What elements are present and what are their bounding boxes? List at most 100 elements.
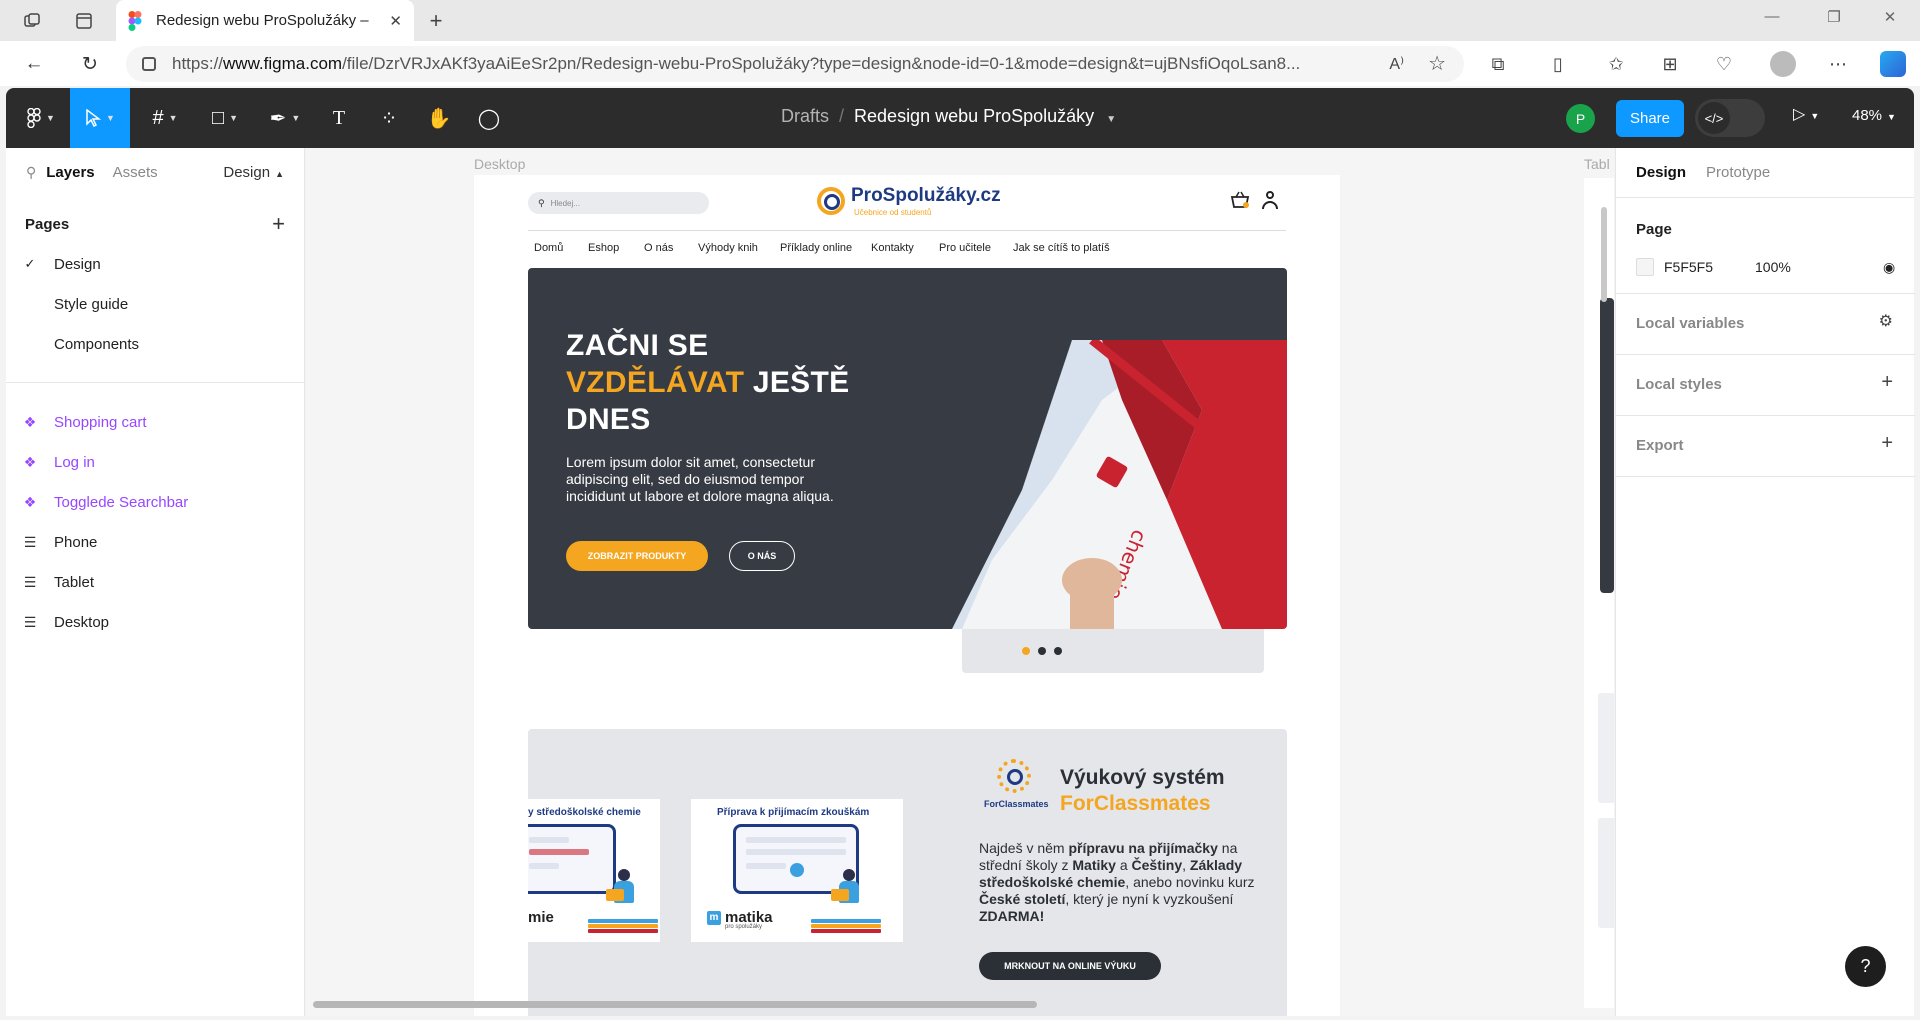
tab-design[interactable]: Design	[1636, 164, 1686, 181]
text-tool-button[interactable]: T	[322, 88, 356, 148]
pen-tool-button[interactable]: ✒ ▼	[262, 88, 308, 148]
vertical-tabs-icon[interactable]	[72, 9, 96, 33]
workspaces-icon[interactable]	[20, 9, 44, 33]
text-t-icon: T	[332, 106, 346, 129]
frame-label-desktop[interactable]: Desktop	[474, 156, 525, 172]
more-menu-icon[interactable]: ⋯	[1824, 50, 1852, 78]
local-styles-section[interactable]: Local styles +	[1616, 355, 1915, 416]
hero-text: Lorem ipsum dolor sit amet, consectetur …	[566, 454, 834, 504]
page-dropdown[interactable]: Design ▲	[223, 164, 284, 181]
design-canvas[interactable]: Desktop Tabl ⚲ Hledej... ProSpolužáky.cz …	[306, 148, 1614, 1016]
page-fill-opacity[interactable]: 100%	[1755, 259, 1791, 275]
logo-tagline: Učebnice od studentů	[854, 208, 932, 217]
window-close-icon[interactable]: ✕	[1870, 8, 1910, 26]
resources-tool-button[interactable]: ⁘	[372, 88, 406, 148]
tab-title: Redesign webu ProSpolužáky – F	[156, 12, 374, 29]
course-title: Příprava k přijímacím zkouškám	[717, 807, 870, 818]
auto-layout-icon: ☰	[23, 613, 37, 630]
page-fill-hex[interactable]: F5F5F5	[1664, 259, 1713, 275]
tablet-card-preview	[1598, 818, 1614, 928]
hero-products-button: ZOBRAZIT PRODUKTY	[566, 541, 708, 571]
layer-label: Tablet	[54, 573, 95, 591]
fc-logo-label: ForClassmates	[984, 799, 1049, 809]
slider-dot-1	[1022, 647, 1030, 655]
present-button[interactable]: ▷ ▼	[1793, 104, 1819, 124]
tab-layers[interactable]: Layers	[46, 164, 94, 181]
magnifier-logo-icon	[997, 759, 1031, 793]
back-icon[interactable]: ←	[20, 50, 48, 78]
add-style-icon[interactable]: +	[1881, 371, 1893, 394]
layer-shopping-cart[interactable]: ❖ Shopping cart	[6, 403, 305, 441]
component-icon: ❖	[23, 413, 37, 430]
layer-togglede-searchbar[interactable]: ❖ Togglede Searchbar	[6, 483, 305, 521]
browser-tab-active[interactable]: Redesign webu ProSpolužáky – F ✕	[116, 0, 414, 41]
breadcrumb-drafts[interactable]: Drafts	[781, 106, 829, 126]
layer-tablet[interactable]: ☰ Tablet	[6, 563, 305, 601]
search-icon: ⚲	[538, 197, 545, 208]
checkmark-icon: ✓	[24, 256, 36, 271]
shape-tool-button[interactable]: □ ▼	[202, 88, 248, 148]
variables-sliders-icon[interactable]: ⚙	[1879, 311, 1893, 331]
tablet-frame[interactable]	[1584, 178, 1614, 1008]
tab-prototype[interactable]: Prototype	[1706, 164, 1770, 181]
desktop-frame[interactable]: ⚲ Hledej... ProSpolužáky.cz Učebnice od s…	[474, 175, 1340, 1016]
comment-tool-button[interactable]: ◯	[472, 88, 506, 148]
site-nav-item: Domů	[534, 242, 564, 254]
tab-assets[interactable]: Assets	[113, 164, 158, 181]
split-screen-icon[interactable]: ▯	[1544, 50, 1572, 78]
layer-log-in[interactable]: ❖ Log in	[6, 443, 305, 481]
move-tool-button[interactable]: ▼	[70, 88, 130, 148]
search-icon[interactable]: ⚲	[26, 164, 36, 181]
profile-avatar-icon[interactable]	[1770, 51, 1796, 77]
canvas-horizontal-scrollbar[interactable]	[313, 1001, 1037, 1008]
books-illustration	[811, 919, 881, 939]
layer-desktop[interactable]: ☰ Desktop	[6, 603, 305, 641]
minimize-icon[interactable]: —	[1752, 8, 1792, 25]
tablet-card-preview	[1598, 693, 1614, 803]
collections-icon[interactable]: ⊞	[1656, 50, 1684, 78]
auto-layout-icon: ☰	[23, 533, 37, 550]
page-fill-swatch[interactable]	[1636, 258, 1654, 276]
refresh-icon[interactable]: ↻	[76, 50, 104, 78]
page-item-components[interactable]: Components	[6, 325, 305, 363]
dev-mode-toggle[interactable]: </>	[1695, 99, 1765, 137]
page-item-design[interactable]: ✓ Design	[6, 245, 305, 283]
tab-close-icon[interactable]: ✕	[389, 12, 402, 30]
canvas-vertical-scrollbar[interactable]	[1601, 207, 1607, 302]
restore-icon[interactable]: ❐	[1814, 8, 1854, 26]
url-field[interactable]: https://www.figma.com/file/DzrVRJxAKf3ya…	[126, 46, 1464, 82]
matika-logo-icon: m	[707, 910, 721, 925]
export-section[interactable]: Export +	[1616, 416, 1915, 477]
favorite-star-icon[interactable]: ☆	[1428, 51, 1446, 76]
hand-tool-button[interactable]: ✋	[422, 88, 456, 148]
favorites-icon[interactable]: ✩	[1602, 50, 1630, 78]
export-label: Export	[1636, 437, 1684, 454]
file-name[interactable]: Redesign webu ProSpolužáky	[854, 106, 1094, 126]
read-aloud-icon[interactable]: A⁾	[1389, 54, 1404, 74]
browser-essentials-icon[interactable]: ♡	[1710, 50, 1738, 78]
frame-tool-button[interactable]: # ▼	[142, 88, 188, 148]
extensions-icon[interactable]: ⧉	[1484, 50, 1512, 78]
copilot-icon[interactable]	[1880, 51, 1906, 77]
add-page-icon[interactable]: +	[272, 211, 285, 237]
url-text: https://www.figma.com/file/DzrVRJxAKf3ya…	[172, 54, 1301, 73]
component-icon: ❖	[23, 493, 37, 510]
layer-label: Phone	[54, 533, 98, 551]
visibility-eye-icon[interactable]: ◉	[1883, 259, 1895, 276]
magnifier-logo-icon	[817, 187, 845, 215]
site-nav-item: O nás	[644, 242, 674, 254]
user-avatar[interactable]: P	[1566, 104, 1595, 133]
main-menu-button[interactable]: ▼	[16, 88, 66, 148]
local-variables-section[interactable]: Local variables ⚙	[1616, 294, 1915, 355]
share-button[interactable]: Share	[1616, 100, 1684, 137]
frame-label-tablet[interactable]: Tabl	[1584, 156, 1610, 172]
add-export-icon[interactable]: +	[1881, 432, 1893, 455]
chevron-down-icon[interactable]: ▼	[1106, 114, 1116, 125]
page-item-style-guide[interactable]: Style guide	[6, 285, 305, 323]
new-tab-icon[interactable]: +	[424, 8, 448, 33]
cursor-icon	[86, 109, 102, 127]
shopping-basket-icon	[1230, 191, 1250, 214]
help-button[interactable]: ?	[1845, 946, 1886, 987]
layer-phone[interactable]: ☰ Phone	[6, 523, 305, 561]
zoom-menu[interactable]: 48% ▼	[1852, 107, 1896, 124]
